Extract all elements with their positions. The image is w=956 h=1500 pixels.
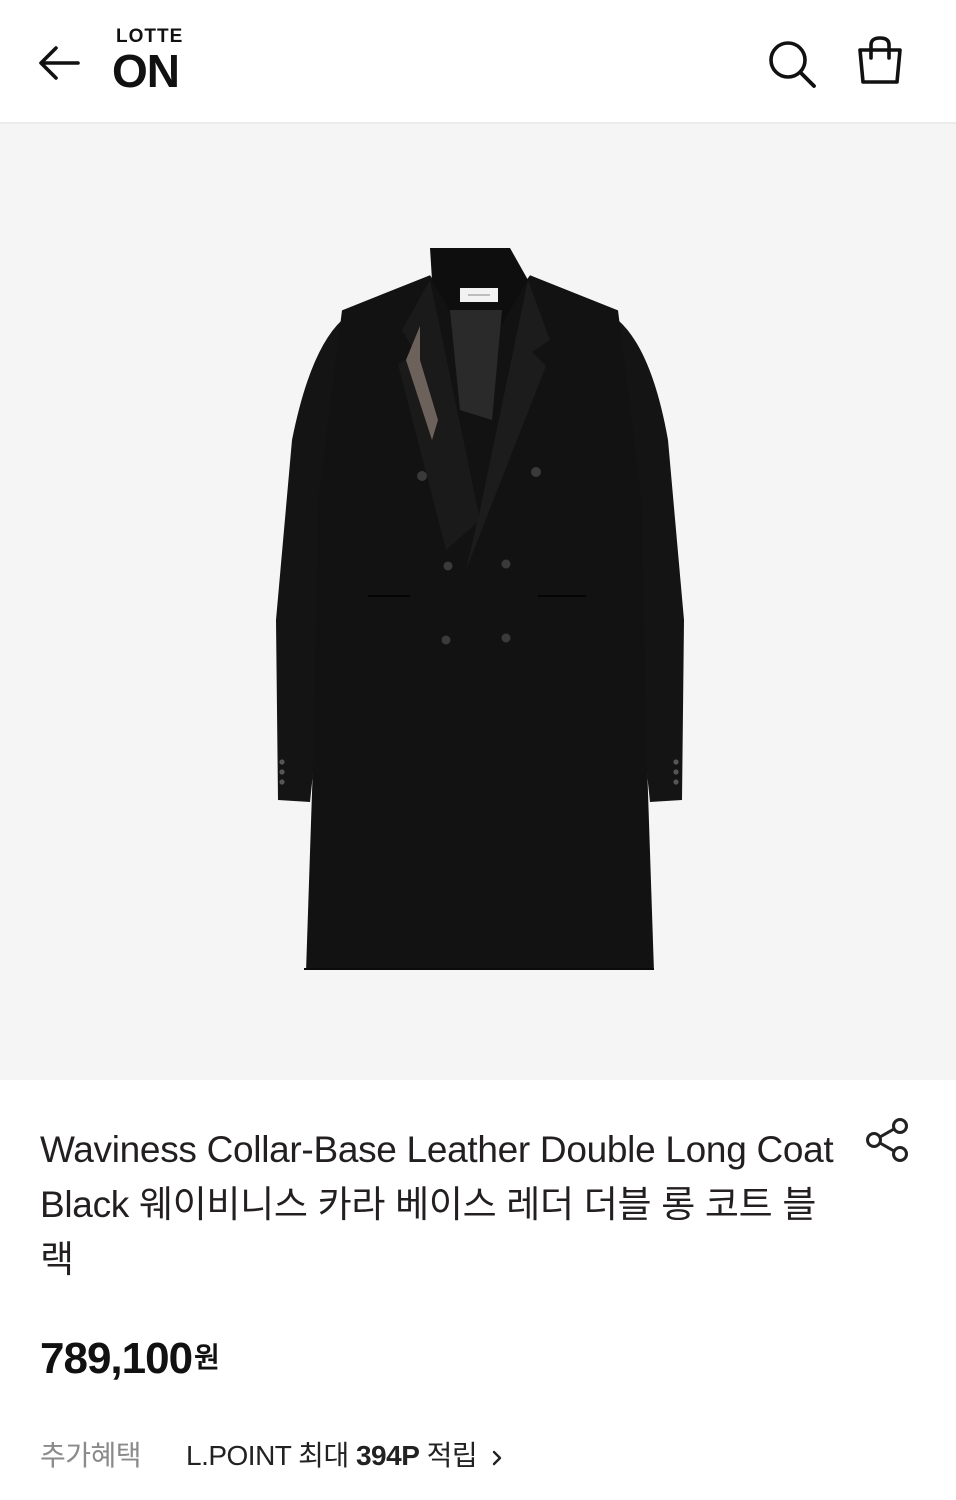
lotte-on-logo[interactable]: LOTTE ON bbox=[112, 26, 196, 97]
lpoint-benefit-link[interactable]: L.POINT 최대 394P 적립 bbox=[186, 1434, 506, 1474]
share-icon bbox=[866, 1118, 908, 1162]
share-button[interactable] bbox=[862, 1116, 912, 1164]
price-currency: 원 bbox=[194, 1342, 220, 1373]
product-price: 789,100원 bbox=[40, 1334, 220, 1384]
product-title: Waviness Collar-Base Leather Double Long… bbox=[40, 1129, 834, 1280]
coat-illustration bbox=[276, 248, 684, 970]
cart-button[interactable] bbox=[852, 34, 908, 90]
shopping-bag-icon bbox=[858, 36, 902, 84]
benefit-suffix: 적립 bbox=[419, 1440, 478, 1471]
benefit-points: 394P bbox=[355, 1440, 420, 1471]
search-button[interactable] bbox=[764, 36, 820, 92]
back-arrow-icon bbox=[39, 46, 80, 80]
product-image[interactable] bbox=[0, 124, 956, 1080]
top-bar: LOTTE ON bbox=[0, 0, 956, 124]
logo-on-text: ON bbox=[112, 45, 180, 97]
benefit-prefix: L.POINT 최대 bbox=[186, 1440, 356, 1471]
benefit-label: 추가혜택 bbox=[40, 1440, 142, 1471]
price-amount: 789,100 bbox=[40, 1334, 193, 1383]
product-info: Waviness Collar-Base Leather Double Long… bbox=[0, 1080, 956, 1500]
search-icon bbox=[769, 41, 816, 88]
chevron-right-icon bbox=[493, 1450, 502, 1465]
back-button[interactable] bbox=[34, 38, 84, 88]
